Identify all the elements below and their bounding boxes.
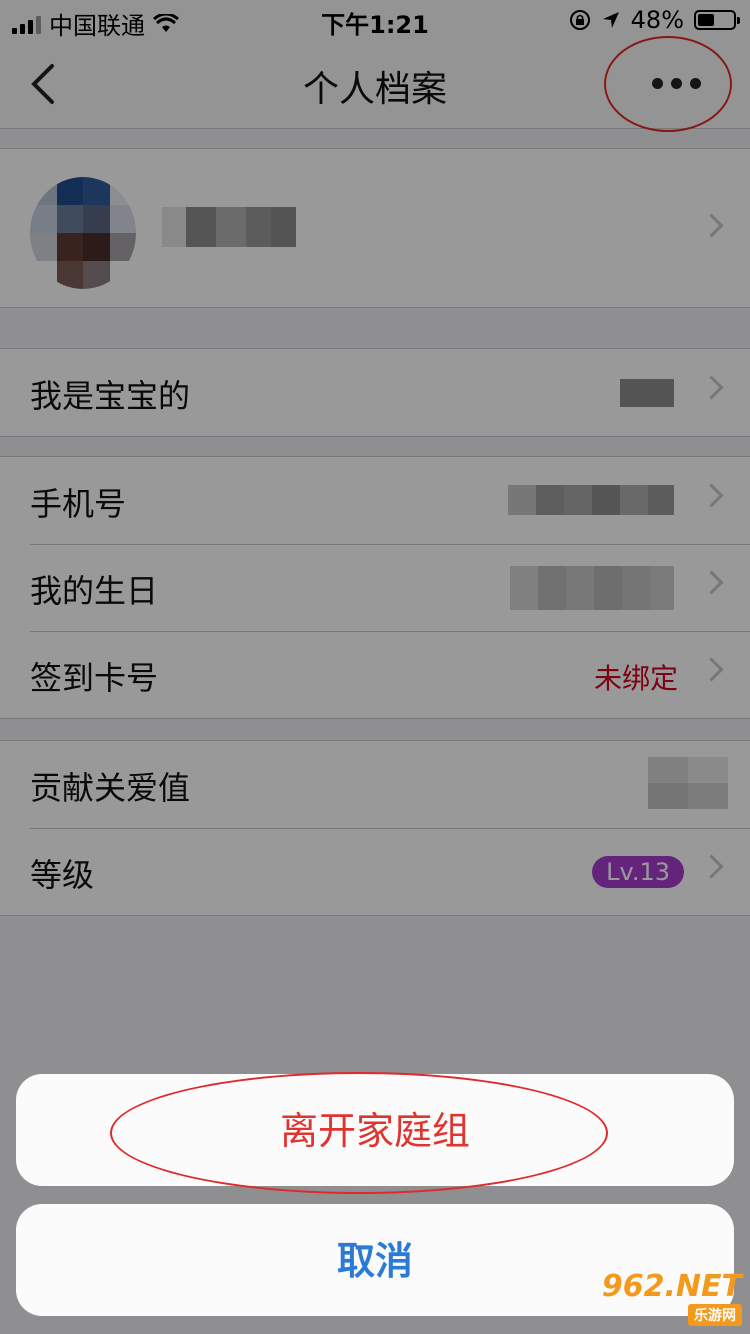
watermark-brand: 962.NET (601, 1269, 742, 1304)
leave-family-group-button[interactable]: 离开家庭组 (16, 1074, 734, 1186)
site-watermark: 962.NET 乐游网 (602, 1269, 742, 1326)
watermark-site: 乐游网 (688, 1304, 742, 1326)
